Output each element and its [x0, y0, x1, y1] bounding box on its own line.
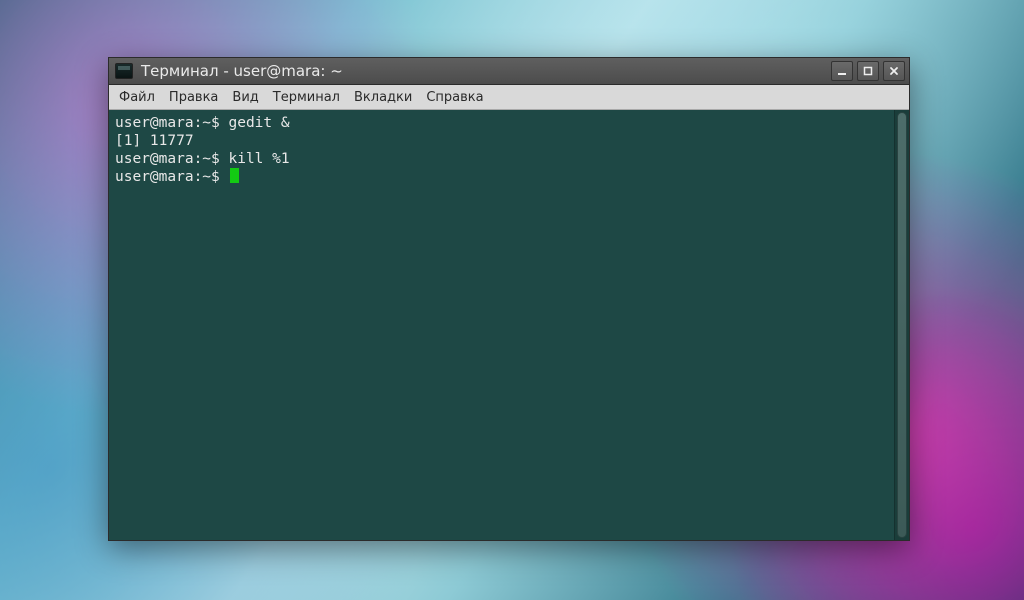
- terminal-line: user@mara:~$: [115, 168, 888, 186]
- window-control-buttons: [831, 61, 905, 81]
- terminal-cursor: [230, 168, 239, 183]
- close-button[interactable]: [883, 61, 905, 81]
- terminal-app-icon: [115, 63, 133, 79]
- menu-help[interactable]: Справка: [426, 90, 483, 105]
- terminal-line: user@mara:~$ gedit &: [115, 114, 888, 132]
- menubar: Файл Правка Вид Терминал Вкладки Справка: [109, 85, 909, 110]
- menu-edit[interactable]: Правка: [169, 90, 218, 105]
- terminal-line: user@mara:~$ kill %1: [115, 150, 888, 168]
- menu-terminal[interactable]: Терминал: [273, 90, 340, 105]
- menu-view[interactable]: Вид: [232, 90, 258, 105]
- terminal-window: Терминал - user@mara: ~ Файл Правка Вид …: [108, 57, 910, 541]
- terminal-output[interactable]: user@mara:~$ gedit &[1] 11777user@mara:~…: [109, 110, 894, 540]
- menu-file[interactable]: Файл: [119, 90, 155, 105]
- minimize-button[interactable]: [831, 61, 853, 81]
- maximize-button[interactable]: [857, 61, 879, 81]
- menu-tabs[interactable]: Вкладки: [354, 90, 412, 105]
- scrollbar-thumb[interactable]: [897, 112, 907, 538]
- window-titlebar[interactable]: Терминал - user@mara: ~: [109, 58, 909, 85]
- terminal-area: user@mara:~$ gedit &[1] 11777user@mara:~…: [109, 110, 909, 540]
- desktop-wallpaper: Терминал - user@mara: ~ Файл Правка Вид …: [0, 0, 1024, 600]
- window-title: Терминал - user@mara: ~: [141, 62, 343, 80]
- terminal-scrollbar[interactable]: [894, 110, 909, 540]
- terminal-line: [1] 11777: [115, 132, 888, 150]
